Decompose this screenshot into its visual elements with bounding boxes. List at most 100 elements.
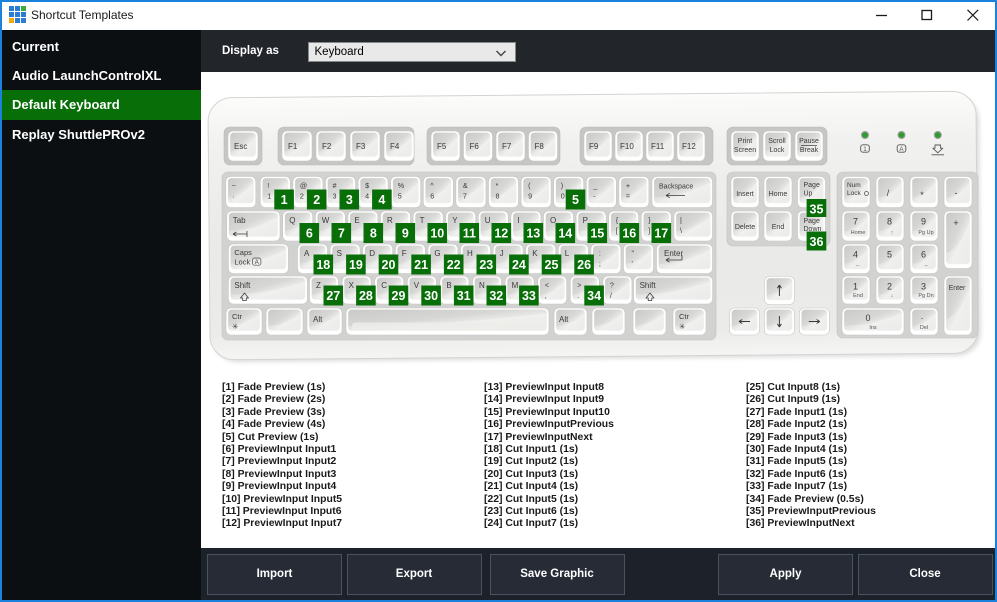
svg-text:A: A bbox=[304, 249, 310, 258]
svg-text:-: - bbox=[955, 188, 958, 198]
svg-text:H: H bbox=[467, 249, 473, 258]
svg-text:17: 17 bbox=[654, 227, 668, 241]
svg-text:Pause: Pause bbox=[799, 138, 819, 145]
svg-text:E: E bbox=[354, 216, 359, 225]
svg-text:26: 26 bbox=[577, 258, 591, 272]
svg-text:Num: Num bbox=[847, 182, 861, 189]
svg-text:10: 10 bbox=[430, 227, 444, 241]
svg-text:1: 1 bbox=[863, 146, 867, 153]
svg-text:3: 3 bbox=[333, 192, 337, 201]
svg-text:<: < bbox=[545, 281, 549, 290]
svg-text:[: [ bbox=[616, 226, 618, 235]
svg-text:28: 28 bbox=[359, 289, 373, 303]
svg-text:6: 6 bbox=[306, 227, 313, 241]
svg-text:4: 4 bbox=[365, 192, 369, 201]
svg-text:7: 7 bbox=[463, 192, 467, 201]
svg-text:Q: Q bbox=[289, 216, 295, 225]
svg-text:@: @ bbox=[300, 181, 307, 190]
svg-text:Enter: Enter bbox=[664, 249, 683, 258]
svg-text:18: 18 bbox=[316, 258, 330, 272]
svg-text:31: 31 bbox=[457, 289, 471, 303]
svg-text:Page: Page bbox=[804, 218, 820, 225]
svg-text:F6: F6 bbox=[470, 142, 480, 151]
svg-text:↓: ↓ bbox=[891, 293, 894, 299]
svg-text:N: N bbox=[479, 281, 485, 290]
svg-text:|: | bbox=[680, 216, 682, 225]
svg-text:;: ; bbox=[599, 259, 601, 268]
svg-text:Y: Y bbox=[452, 216, 458, 225]
svg-text:16: 16 bbox=[622, 227, 636, 241]
svg-text:Screen: Screen bbox=[734, 147, 756, 154]
svg-text:Lock: Lock bbox=[234, 258, 250, 267]
svg-text:Backspace: Backspace bbox=[659, 184, 693, 191]
svg-text:6: 6 bbox=[430, 192, 434, 201]
svg-text:Lock: Lock bbox=[847, 190, 861, 197]
svg-text:5: 5 bbox=[572, 193, 579, 207]
svg-text:4: 4 bbox=[853, 250, 858, 260]
svg-text:3: 3 bbox=[921, 282, 926, 292]
svg-text:K: K bbox=[532, 249, 538, 258]
svg-text:8: 8 bbox=[496, 192, 500, 201]
svg-text:F9: F9 bbox=[589, 142, 599, 151]
svg-text:F7: F7 bbox=[502, 142, 512, 151]
svg-text:2: 2 bbox=[887, 282, 892, 292]
svg-text:/: / bbox=[610, 291, 612, 300]
svg-text:S: S bbox=[337, 249, 342, 258]
svg-text:\: \ bbox=[680, 226, 682, 235]
svg-text:+: + bbox=[953, 218, 958, 228]
svg-text:F8: F8 bbox=[535, 142, 545, 151]
svg-text:Ctr: Ctr bbox=[232, 312, 243, 321]
svg-text:4: 4 bbox=[378, 193, 385, 207]
svg-text:.: . bbox=[232, 191, 234, 200]
svg-text:+: + bbox=[626, 181, 630, 190]
svg-text::: : bbox=[599, 249, 601, 258]
svg-text:Home: Home bbox=[851, 230, 866, 236]
svg-text:14: 14 bbox=[558, 227, 572, 241]
svg-text:✳: ✳ bbox=[679, 322, 686, 331]
svg-text:7: 7 bbox=[853, 217, 858, 227]
svg-text:Alt: Alt bbox=[559, 315, 569, 324]
svg-text:*: * bbox=[920, 190, 924, 200]
svg-text:33: 33 bbox=[522, 289, 536, 303]
svg-text:I: I bbox=[517, 216, 519, 225]
svg-text:End: End bbox=[853, 293, 863, 299]
svg-text:T: T bbox=[420, 216, 425, 225]
svg-text:8: 8 bbox=[887, 217, 892, 227]
svg-text:~: ~ bbox=[232, 181, 236, 190]
svg-text:O: O bbox=[550, 216, 556, 225]
svg-text:Lock: Lock bbox=[770, 147, 785, 154]
svg-text:25: 25 bbox=[545, 258, 559, 272]
svg-text:M: M bbox=[512, 281, 519, 290]
svg-text:34: 34 bbox=[587, 289, 601, 303]
svg-text:?: ? bbox=[610, 281, 614, 290]
svg-text:Tab: Tab bbox=[233, 216, 246, 225]
svg-text:Del: Del bbox=[920, 325, 928, 331]
svg-text:1: 1 bbox=[267, 192, 271, 201]
svg-text:2: 2 bbox=[313, 193, 320, 207]
svg-text:R: R bbox=[387, 216, 393, 225]
svg-text:U: U bbox=[485, 216, 491, 225]
svg-text:12: 12 bbox=[494, 227, 508, 241]
svg-text:Caps: Caps bbox=[234, 248, 252, 257]
svg-text:C: C bbox=[381, 281, 387, 290]
svg-text:=: = bbox=[626, 192, 630, 201]
svg-text:1: 1 bbox=[281, 193, 288, 207]
svg-text:#: # bbox=[333, 181, 337, 190]
svg-text:Break: Break bbox=[800, 147, 819, 154]
svg-text:Z: Z bbox=[316, 281, 321, 290]
svg-text:Delete: Delete bbox=[735, 224, 755, 231]
svg-text:W: W bbox=[322, 216, 330, 225]
svg-text:Scroll: Scroll bbox=[768, 138, 786, 145]
svg-text:Insert: Insert bbox=[736, 191, 754, 198]
svg-text:9: 9 bbox=[528, 192, 532, 201]
svg-text:Ctr: Ctr bbox=[679, 312, 690, 321]
svg-text:29: 29 bbox=[392, 289, 406, 303]
svg-text:F3: F3 bbox=[356, 142, 366, 151]
svg-text:22: 22 bbox=[447, 258, 461, 272]
svg-text:X: X bbox=[349, 281, 355, 290]
svg-text:.: . bbox=[921, 311, 924, 321]
svg-text:0: 0 bbox=[561, 192, 565, 201]
svg-text:,: , bbox=[545, 291, 547, 300]
svg-text:Enter: Enter bbox=[949, 285, 966, 292]
svg-text:20: 20 bbox=[382, 258, 396, 272]
